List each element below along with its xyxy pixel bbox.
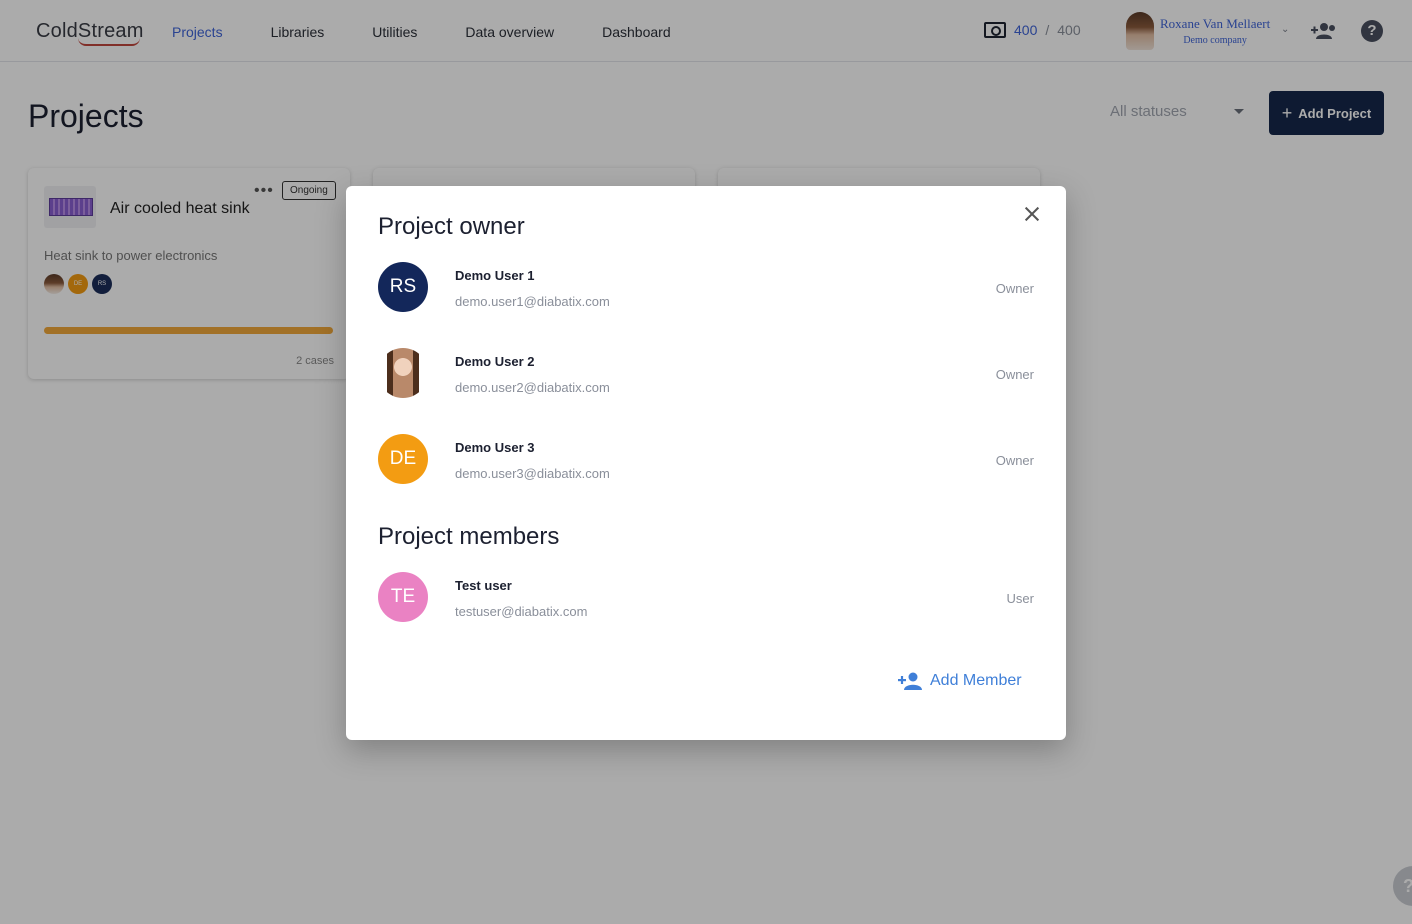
avatar: TE: [378, 572, 428, 622]
member-email: testuser@diabatix.com: [455, 604, 588, 619]
member-role: Owner: [995, 367, 1034, 382]
member-name: Demo User 1: [455, 268, 535, 283]
member-name: Demo User 2: [455, 354, 535, 369]
member-name: Demo User 3: [455, 440, 535, 455]
member-email: demo.user2@diabatix.com: [455, 380, 610, 395]
member-email: demo.user1@diabatix.com: [455, 294, 610, 309]
member-role: Owner: [995, 281, 1034, 296]
list-item: DE Demo User 3 demo.user3@diabatix.com O…: [378, 434, 1034, 484]
project-members-heading: Project members: [378, 523, 560, 550]
project-members-dialog: Project owner RS Demo User 1 demo.user1@…: [346, 186, 1066, 740]
avatar: DE: [378, 434, 428, 484]
member-role: Owner: [995, 453, 1034, 468]
list-item: Demo User 2 demo.user2@diabatix.com Owne…: [378, 348, 1034, 398]
avatar: [378, 348, 428, 398]
close-icon[interactable]: [1020, 202, 1044, 226]
member-name: Test user: [455, 578, 512, 593]
project-owner-heading: Project owner: [378, 213, 525, 240]
list-item: TE Test user testuser@diabatix.com User: [378, 572, 1034, 622]
add-member-label: Add Member: [930, 672, 1022, 689]
avatar: RS: [378, 262, 428, 312]
member-role: User: [1006, 591, 1034, 606]
add-person-icon: [898, 672, 922, 690]
list-item: RS Demo User 1 demo.user1@diabatix.com O…: [378, 262, 1034, 312]
member-email: demo.user3@diabatix.com: [455, 466, 610, 481]
add-member-button[interactable]: Add Member: [898, 672, 1022, 690]
